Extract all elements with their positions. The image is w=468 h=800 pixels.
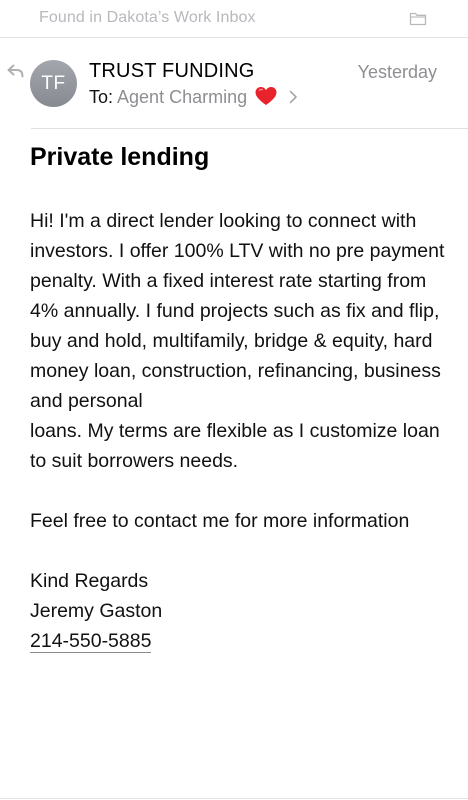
- sender-name[interactable]: TRUST FUNDING: [89, 60, 255, 83]
- message-date: Yesterday: [357, 62, 437, 82]
- folder-icon[interactable]: [409, 11, 427, 26]
- red-heart-icon: [255, 86, 277, 106]
- reply-arrow-icon: [7, 64, 24, 78]
- body-paragraph: Feel free to contact me for more informa…: [30, 510, 410, 532]
- signature-name: Jeremy Gaston: [30, 600, 163, 622]
- sender-avatar[interactable]: TF: [30, 60, 77, 107]
- body-paragraph: loans. My terms are flexible as I custom…: [30, 420, 440, 472]
- recipient-name[interactable]: Agent Charming: [117, 87, 247, 107]
- chevron-right-icon[interactable]: [289, 90, 298, 104]
- message-subject: Private lending: [30, 143, 210, 171]
- to-label: To:: [89, 87, 114, 107]
- recipient-row[interactable]: To: Agent Charming: [89, 86, 298, 108]
- mailbox-label[interactable]: Found in Dakota’s Work Inbox: [39, 9, 256, 27]
- message-body: Hi! I'm a direct lender looking to conne…: [30, 206, 450, 656]
- top-bar: Found in Dakota’s Work Inbox: [0, 0, 468, 38]
- bottom-divider: [0, 798, 468, 799]
- closing-line: Kind Regards: [30, 570, 149, 592]
- body-paragraph: Hi! I'm a direct lender looking to conne…: [30, 210, 445, 412]
- phone-number-link[interactable]: 214-550-5885: [30, 630, 152, 653]
- header-divider: [31, 128, 468, 129]
